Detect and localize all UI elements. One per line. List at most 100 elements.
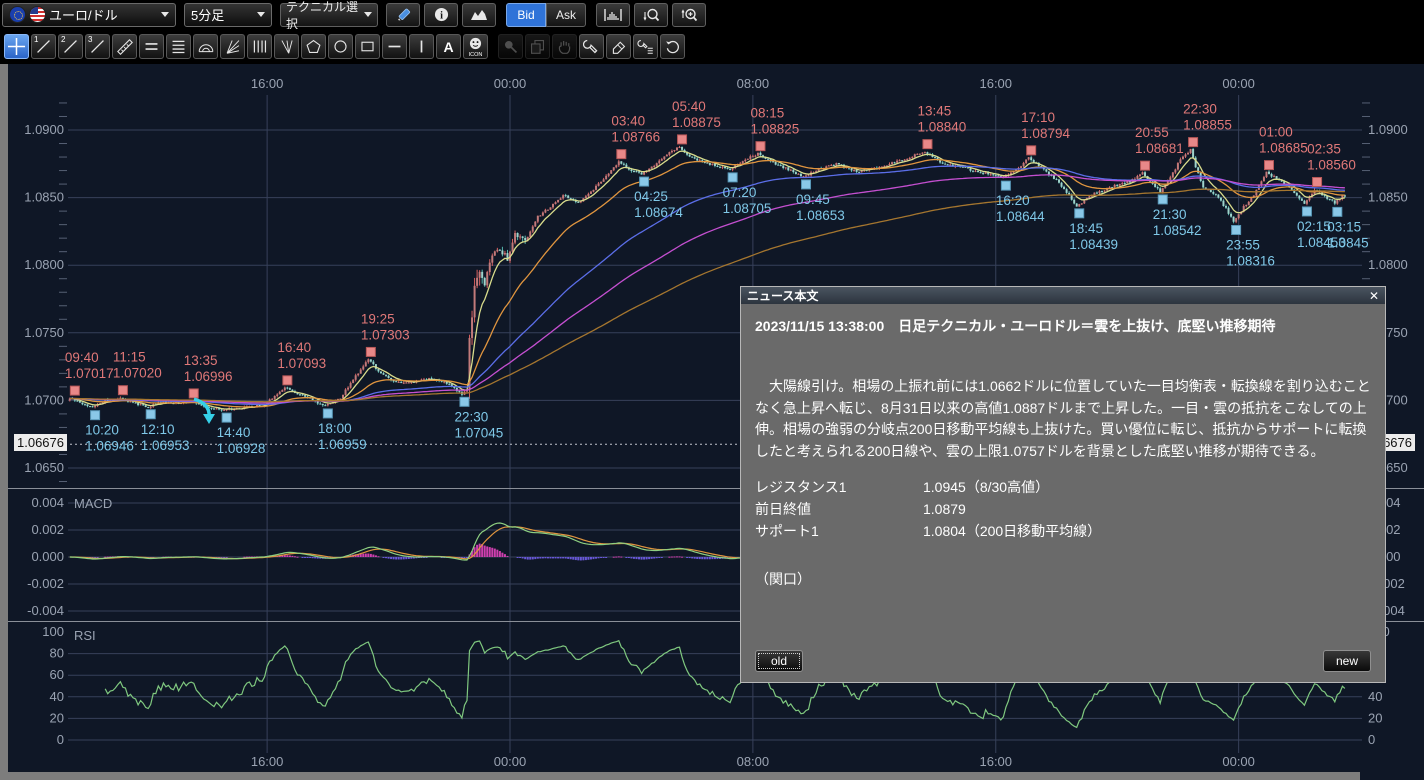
- zoom-out-icon: [643, 7, 660, 23]
- svg-text:09:45: 09:45: [796, 192, 830, 207]
- svg-text:1.0850: 1.0850: [1368, 190, 1408, 205]
- svg-text:1.06953: 1.06953: [141, 438, 190, 453]
- vertical-grid-icon: [251, 38, 268, 55]
- vertical-line-tool[interactable]: [409, 34, 434, 59]
- low-annotation: 12:101.06953: [141, 410, 190, 453]
- tool-settings-list[interactable]: [633, 34, 658, 59]
- technical-select-button[interactable]: テクニカル選択: [280, 3, 378, 27]
- svg-text:07:20: 07:20: [723, 185, 757, 200]
- news-paragraph: 大陽線引け。相場の上振れ前には1.0662ドルに位置していた一目均衡表・転換線を…: [755, 376, 1371, 462]
- svg-text:1.08705: 1.08705: [723, 201, 772, 216]
- trendline3-tool[interactable]: 3: [85, 34, 110, 59]
- svg-text:23:55: 23:55: [1226, 237, 1260, 252]
- svg-text:1.08685: 1.08685: [1259, 141, 1308, 156]
- low-annotation: 14:401.06928: [217, 413, 266, 456]
- svg-text:20: 20: [50, 710, 64, 725]
- rectangle-icon: [359, 38, 376, 55]
- low-annotation: 16:201.08644: [996, 181, 1045, 224]
- pencil-icon: [395, 7, 411, 23]
- vertical-lines-tool[interactable]: [247, 34, 272, 59]
- high-annotation: 13:351.06996: [184, 353, 233, 398]
- text-tool[interactable]: A: [436, 34, 461, 59]
- svg-text:-0.002: -0.002: [27, 576, 64, 591]
- window-left-border: [0, 64, 8, 780]
- fibonacci-arc-tool[interactable]: [193, 34, 218, 59]
- svg-text:1.08825: 1.08825: [750, 122, 799, 137]
- crosshair-tool[interactable]: [4, 34, 29, 59]
- trendline2-tool[interactable]: 2: [58, 34, 83, 59]
- news-levels: レジスタンス1 1.0945（8/30高値） 前日終値 1.0879 サポート1…: [755, 476, 1371, 542]
- icon-stamp-tool[interactable]: ICON: [463, 34, 488, 59]
- svg-text:1.0845: 1.0845: [1327, 235, 1368, 250]
- svg-text:16:00: 16:00: [979, 76, 1012, 91]
- copy-tool[interactable]: [525, 34, 550, 59]
- svg-text:03:15: 03:15: [1327, 219, 1361, 234]
- svg-text:01:00: 01:00: [1259, 125, 1293, 140]
- arcs-icon: [197, 38, 215, 55]
- svg-text:0.004: 0.004: [31, 495, 64, 510]
- svg-text:80: 80: [50, 646, 64, 661]
- pentagon-tool[interactable]: [301, 34, 326, 59]
- mountain-chart-button[interactable]: [462, 3, 496, 27]
- chevron-down-icon: [364, 12, 372, 17]
- timeframe-label: 5分足: [191, 5, 224, 24]
- eraser-icon: [610, 38, 627, 55]
- high-annotation: 05:401.08875: [672, 99, 721, 144]
- svg-text:19:25: 19:25: [361, 311, 395, 326]
- svg-text:40: 40: [1368, 689, 1382, 704]
- speed-lines-tool[interactable]: [274, 34, 299, 59]
- main-toolbar: ユーロ/ドル 5分足 テクニカル選択 i: [0, 0, 1424, 29]
- multi-horizontal-lines-tool[interactable]: [166, 34, 191, 59]
- svg-text:1.06928: 1.06928: [217, 441, 266, 456]
- ellipse-tool[interactable]: [328, 34, 353, 59]
- timeframe-select[interactable]: 5分足: [184, 3, 272, 27]
- zoom-in-button[interactable]: [672, 3, 706, 27]
- old-button[interactable]: old: [755, 650, 803, 672]
- svg-text:13:35: 13:35: [184, 353, 218, 368]
- mountain-icon: [470, 8, 488, 21]
- news-popup-titlebar[interactable]: ニュース本文 ✕: [741, 287, 1385, 304]
- svg-text:1.08653: 1.08653: [796, 208, 845, 223]
- pin-tool[interactable]: [498, 34, 523, 59]
- hand-tool[interactable]: [552, 34, 577, 59]
- low-annotation: 23:551.08316: [1226, 225, 1275, 268]
- svg-text:1.07017: 1.07017: [65, 366, 114, 381]
- undo-tool[interactable]: [660, 34, 685, 59]
- ruler-tool[interactable]: [112, 34, 137, 59]
- high-annotation: 03:401.08766: [611, 114, 660, 159]
- instrument-select[interactable]: ユーロ/ドル: [2, 3, 176, 27]
- close-icon[interactable]: ✕: [1369, 290, 1379, 302]
- drawing-toolbar: 1 2 3: [0, 29, 1424, 64]
- svg-text:21:30: 21:30: [1153, 207, 1187, 222]
- fan-lines-tool[interactable]: [220, 34, 245, 59]
- eraser-tool[interactable]: [606, 34, 631, 59]
- svg-text:1.08674: 1.08674: [634, 205, 683, 220]
- low-annotation: 18:451.08439: [1069, 209, 1118, 252]
- chart-scrollbar[interactable]: [8, 772, 1360, 780]
- trendline1-tool[interactable]: 1: [31, 34, 56, 59]
- info-button[interactable]: i: [424, 3, 458, 27]
- zoom-out-button[interactable]: [634, 3, 668, 27]
- ask-button[interactable]: Ask: [546, 3, 586, 27]
- rectangle-tool[interactable]: [355, 34, 380, 59]
- horizontal-line-icon: [386, 38, 403, 55]
- svg-text:1.08855: 1.08855: [1183, 118, 1232, 133]
- horizontal-line-tool[interactable]: [382, 34, 407, 59]
- svg-text:1.07020: 1.07020: [113, 366, 162, 381]
- undo-icon: [664, 38, 681, 55]
- svg-text:08:15: 08:15: [750, 106, 784, 121]
- bid-button[interactable]: Bid: [506, 3, 546, 27]
- svg-text:16:40: 16:40: [277, 340, 311, 355]
- two-horizontal-lines-tool[interactable]: [139, 34, 164, 59]
- settings-wrench-tool[interactable]: [579, 34, 604, 59]
- svg-text:1.08840: 1.08840: [917, 120, 966, 135]
- svg-text:1.08542: 1.08542: [1153, 223, 1202, 238]
- draw-pencil-button[interactable]: [386, 3, 420, 27]
- svg-text:05:40: 05:40: [672, 99, 706, 114]
- new-button[interactable]: new: [1323, 650, 1371, 672]
- svg-text:1.06959: 1.06959: [318, 437, 367, 452]
- high-annotation: 09:401.07017: [65, 350, 114, 395]
- low-annotation: 10:201.06946: [85, 411, 134, 454]
- svg-text:-0.004: -0.004: [27, 603, 64, 618]
- volume-chart-button[interactable]: [596, 3, 630, 27]
